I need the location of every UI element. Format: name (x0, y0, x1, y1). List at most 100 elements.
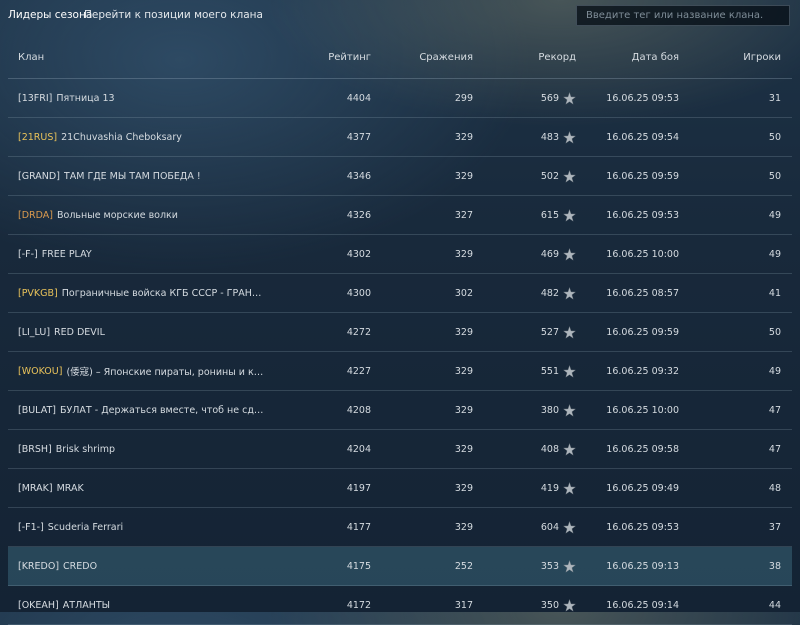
battles-value: 329 (454, 482, 473, 494)
record-cell: 551 (541, 352, 576, 390)
clan-name: Brisk shrimp (55, 443, 116, 455)
table-row[interactable]: [OKEAH] АТЛАНТЫ 4172 317 350 16.06.25 09:14 44 (8, 586, 792, 625)
record-cell: 408 (541, 430, 576, 468)
tab-season-leaders[interactable]: Лидеры сезона (8, 9, 92, 21)
record-cell: 350 (541, 586, 576, 624)
table-row[interactable]: [DRDA] Вольные морские волки 4326 327 615 16.… (8, 196, 792, 235)
star-icon (563, 520, 576, 534)
star-icon (563, 286, 576, 300)
record-value: 483 (540, 131, 559, 143)
battles-value: 329 (454, 404, 473, 416)
record-value: 350 (540, 599, 559, 611)
players-value: 31 (768, 92, 781, 104)
star-icon (563, 247, 576, 261)
record-cell: 482 (541, 274, 576, 312)
record-value: 502 (540, 170, 559, 182)
battle-date-value: 16.06.25 10:00 (606, 248, 679, 260)
clan-name: FREE PLAY (41, 248, 92, 260)
clan-search-input[interactable] (576, 5, 790, 26)
battle-date-value: 16.06.25 09:54 (606, 131, 679, 143)
clan-name: Scuderia Ferrari (47, 521, 124, 533)
rating-value: 4204 (346, 443, 371, 455)
table-row[interactable]: [-F1-] Scuderia Ferrari 4177 329 604 16.06.25… (8, 508, 792, 547)
table-row[interactable]: [BULAT] БУЛАТ - Держаться вместе, чтоб не… (8, 391, 792, 430)
clan-cell: [WOKOU] (倭寇) – Японские пираты, ронины и … (18, 352, 268, 390)
clan-name: Пятница 13 (56, 92, 115, 104)
table-row[interactable]: [13FRI] Пятница 13 4404 299 569 16.06.25 09:5… (8, 79, 792, 118)
header-players[interactable]: Игроки (743, 37, 781, 78)
players-value: 49 (768, 365, 781, 377)
table-row[interactable]: [GRAND] ТАМ ГДЕ МЫ ТАМ ПОБЕДА ! 4346 329 502… (8, 157, 792, 196)
clan-name: ТАМ ГДЕ МЫ ТАМ ПОБЕДА ! (63, 170, 201, 182)
table-row[interactable]: [LI_LU] RED DEVIL 4272 329 527 16.06.25 09:59… (8, 313, 792, 352)
battles-value: 329 (454, 326, 473, 338)
clan-cell: [13FRI] Пятница 13 (18, 79, 268, 117)
clan-tag: [PVKGB] (18, 287, 58, 299)
battle-date-value: 16.06.25 09:49 (606, 482, 679, 494)
battle-date-value: 16.06.25 09:53 (606, 92, 679, 104)
rating-value: 4377 (346, 131, 371, 143)
star-icon (563, 91, 576, 105)
clan-name: CREDO (63, 560, 98, 572)
table-body: [13FRI] Пятница 13 4404 299 569 16.06.25 09:5… (8, 79, 792, 625)
battles-value: 317 (454, 599, 473, 611)
rating-value: 4208 (346, 404, 371, 416)
rating-value: 4326 (346, 209, 371, 221)
battles-value: 252 (454, 560, 473, 572)
clan-tag: [MRAK] (18, 482, 53, 494)
star-icon (563, 130, 576, 144)
record-cell: 527 (541, 313, 576, 351)
players-value: 37 (768, 521, 781, 533)
rating-value: 4172 (346, 599, 371, 611)
battles-value: 329 (454, 365, 473, 377)
battles-value: 329 (454, 170, 473, 182)
clan-name: АТЛАНТЫ (62, 599, 111, 611)
tab-my-clan-position[interactable]: Перейти к позиции моего клана (84, 9, 263, 21)
battles-value: 329 (454, 248, 473, 260)
clan-cell: [PVKGB] Пограничные войска КГБ СССР - ГРА… (18, 274, 268, 312)
record-value: 527 (540, 326, 559, 338)
header-rating[interactable]: Рейтинг (328, 37, 371, 78)
battles-value: 329 (454, 131, 473, 143)
table-row[interactable]: [KREDO] CREDO 4175 252 353 16.06.25 09:13 38 (8, 547, 792, 586)
battle-date-value: 16.06.25 10:00 (606, 404, 679, 416)
star-icon (563, 442, 576, 456)
record-value: 604 (540, 521, 559, 533)
table-row[interactable]: [WOKOU] (倭寇) – Японские пираты, ронины и … (8, 352, 792, 391)
record-cell: 615 (541, 196, 576, 234)
header-battle-date[interactable]: Дата боя (632, 37, 679, 78)
battles-value: 299 (454, 92, 473, 104)
clan-name: RED DEVIL (54, 326, 105, 338)
top-bar: Лидеры сезона Перейти к позиции моего кл… (0, 0, 800, 32)
star-icon (563, 325, 576, 339)
header-battles[interactable]: Сражения (419, 37, 473, 78)
star-icon (563, 169, 576, 183)
battle-date-value: 16.06.25 09:53 (606, 521, 679, 533)
clan-tag: [OKEAH] (18, 599, 59, 611)
table-row[interactable]: [21RUS] 21Chuvashia Cheboksary 4377 329 483 1… (8, 118, 792, 157)
header-record[interactable]: Рекорд (538, 37, 576, 78)
header-clan[interactable]: Клан (18, 37, 268, 78)
clan-cell: [GRAND] ТАМ ГДЕ МЫ ТАМ ПОБЕДА ! (18, 157, 268, 195)
table-row[interactable]: [BRSH] Brisk shrimp 4204 329 408 16.06.25 09:… (8, 430, 792, 469)
players-value: 50 (768, 326, 781, 338)
clan-cell: [BRSH] Brisk shrimp (18, 430, 268, 468)
rating-value: 4300 (346, 287, 371, 299)
clan-cell: [LI_LU] RED DEVIL (18, 313, 268, 351)
record-cell: 419 (541, 469, 576, 507)
players-value: 50 (768, 170, 781, 182)
clan-tag: [WOKOU] (18, 365, 63, 377)
clan-tag: [BRSH] (18, 443, 52, 455)
record-cell: 604 (541, 508, 576, 546)
rating-value: 4346 (346, 170, 371, 182)
table-row[interactable]: [MRAK] MRAK 4197 329 419 16.06.25 09:49 48 (8, 469, 792, 508)
clan-tag: [LI_LU] (18, 326, 51, 338)
table-row[interactable]: [PVKGB] Пограничные войска КГБ СССР - ГРА… (8, 274, 792, 313)
battle-date-value: 16.06.25 09:59 (606, 326, 679, 338)
star-icon (563, 598, 576, 612)
star-icon (563, 481, 576, 495)
clan-name: Пограничные войска КГБ СССР - ГРАНИЦА НА… (61, 287, 268, 299)
table-row[interactable]: [-F-] FREE PLAY 4302 329 469 16.06.25 10:00 49 (8, 235, 792, 274)
record-value: 482 (540, 287, 559, 299)
rating-value: 4197 (346, 482, 371, 494)
